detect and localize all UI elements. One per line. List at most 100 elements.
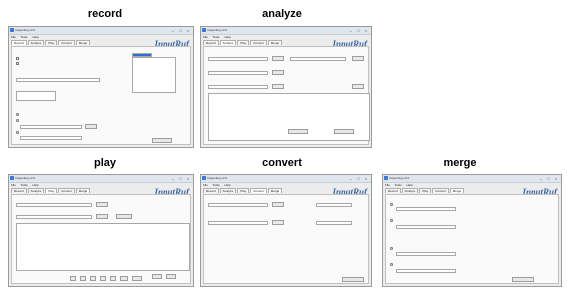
file-list-field[interactable] — [396, 225, 456, 229]
tab-convert[interactable]: Convert — [432, 188, 449, 193]
browse-button[interactable] — [85, 124, 97, 129]
tab-merge[interactable]: Merge — [449, 188, 465, 193]
tab-record[interactable]: Record — [203, 40, 219, 45]
options-button[interactable] — [116, 214, 132, 219]
analyze-button[interactable] — [288, 129, 308, 134]
file-list-field[interactable] — [396, 207, 456, 211]
browse-button[interactable] — [272, 70, 284, 75]
window-controls[interactable]: – □ × — [540, 176, 559, 181]
input-format-select[interactable] — [316, 203, 352, 207]
menu-help[interactable]: Help — [32, 35, 38, 39]
browse-button[interactable] — [272, 202, 284, 207]
playback-log[interactable] — [16, 223, 190, 271]
option-checkbox[interactable] — [16, 62, 19, 65]
window-controls[interactable]: – □ × — [172, 28, 191, 33]
window-controls[interactable]: – □ × — [172, 176, 191, 181]
transport-button[interactable] — [70, 276, 76, 281]
menu-file[interactable]: File — [203, 183, 208, 187]
tab-analyze[interactable]: Analyze — [219, 188, 237, 193]
mode-radio[interactable] — [16, 119, 19, 122]
transport-button[interactable] — [110, 276, 116, 281]
tab-merge[interactable]: Merge — [267, 188, 283, 193]
output-file-field[interactable] — [396, 269, 456, 273]
format-select[interactable] — [208, 85, 268, 89]
tab-analyze[interactable]: Analyze — [219, 40, 237, 45]
merge-mode-radio[interactable] — [390, 263, 393, 266]
tab-analyze[interactable]: Analyze — [401, 188, 419, 193]
browse-button[interactable] — [96, 214, 108, 219]
menu-help[interactable]: Help — [224, 35, 230, 39]
path-field[interactable] — [20, 136, 82, 140]
tab-record[interactable]: Record — [11, 188, 27, 193]
settings-grid[interactable] — [132, 57, 176, 93]
settings-field[interactable] — [208, 71, 268, 75]
menu-file[interactable]: File — [11, 35, 16, 39]
menu-file[interactable]: File — [385, 183, 390, 187]
tab-merge[interactable]: Merge — [75, 188, 91, 193]
tab-record[interactable]: Record — [385, 188, 401, 193]
mode-radio[interactable] — [16, 113, 19, 116]
transport-button[interactable] — [120, 276, 128, 281]
tab-play[interactable]: Play — [45, 40, 58, 45]
input-file-field[interactable] — [208, 203, 268, 207]
browse-button[interactable] — [352, 56, 364, 61]
menu-tools[interactable]: Tools — [213, 183, 220, 187]
menu-tools[interactable]: Tools — [21, 35, 28, 39]
output-file-field[interactable] — [290, 57, 346, 61]
browse-button[interactable] — [96, 202, 108, 207]
tab-play[interactable]: Play — [419, 188, 432, 193]
input-file-field[interactable] — [208, 57, 268, 61]
input-file-field[interactable] — [16, 203, 92, 207]
menu-file[interactable]: File — [203, 35, 208, 39]
output-file-field[interactable] — [208, 221, 268, 225]
menu-help[interactable]: Help — [224, 183, 230, 187]
merge-mode-radio[interactable] — [390, 203, 393, 206]
merge-button[interactable] — [512, 277, 534, 282]
path-field[interactable] — [20, 125, 82, 129]
tab-analyze[interactable]: Analyze — [27, 40, 45, 45]
tab-analyze[interactable]: Analyze — [27, 188, 45, 193]
options-button[interactable] — [272, 84, 284, 89]
transport-button[interactable] — [80, 276, 86, 281]
output-format-select[interactable] — [316, 221, 352, 225]
menu-tools[interactable]: Tools — [213, 35, 220, 39]
tab-record[interactable]: Record — [203, 188, 219, 193]
transport-button[interactable] — [100, 276, 106, 281]
menu-tools[interactable]: Tools — [395, 183, 402, 187]
browse-button[interactable] — [272, 56, 284, 61]
transport-button[interactable] — [132, 276, 142, 281]
menu-tools[interactable]: Tools — [21, 183, 28, 187]
menu-help[interactable]: Help — [32, 183, 38, 187]
merge-mode-radio[interactable] — [390, 219, 393, 222]
menu-file[interactable]: File — [11, 183, 16, 187]
output-device-field[interactable] — [16, 215, 92, 219]
window-controls[interactable]: – □ × — [350, 28, 369, 33]
tab-record[interactable]: Record — [11, 40, 27, 45]
merge-mode-radio[interactable] — [390, 247, 393, 250]
speed-control[interactable] — [166, 274, 176, 279]
menu-help[interactable]: Help — [406, 183, 412, 187]
tab-merge[interactable]: Merge — [267, 40, 283, 45]
tab-merge[interactable]: Merge — [75, 40, 91, 45]
tab-play[interactable]: Play — [237, 40, 250, 45]
run-button[interactable] — [352, 84, 364, 89]
record-button[interactable] — [152, 138, 172, 143]
tab-convert[interactable]: Convert — [58, 188, 75, 193]
tab-convert[interactable]: Convert — [250, 188, 267, 193]
device-select[interactable] — [16, 78, 100, 82]
convert-button[interactable] — [342, 277, 364, 282]
mode-radio[interactable] — [16, 131, 19, 134]
record-panel — [11, 46, 191, 145]
tab-play[interactable]: Play — [45, 188, 58, 193]
window-controls[interactable]: – □ × — [350, 176, 369, 181]
browse-button[interactable] — [272, 220, 284, 225]
export-button[interactable] — [334, 129, 354, 134]
tab-play[interactable]: Play — [237, 188, 250, 193]
speed-control[interactable] — [152, 274, 162, 279]
transport-button[interactable] — [90, 276, 96, 281]
output-file-field[interactable] — [396, 252, 456, 256]
tab-convert[interactable]: Convert — [250, 40, 267, 45]
device-list[interactable] — [16, 91, 56, 101]
tab-convert[interactable]: Convert — [58, 40, 75, 45]
option-checkbox[interactable] — [16, 57, 19, 60]
